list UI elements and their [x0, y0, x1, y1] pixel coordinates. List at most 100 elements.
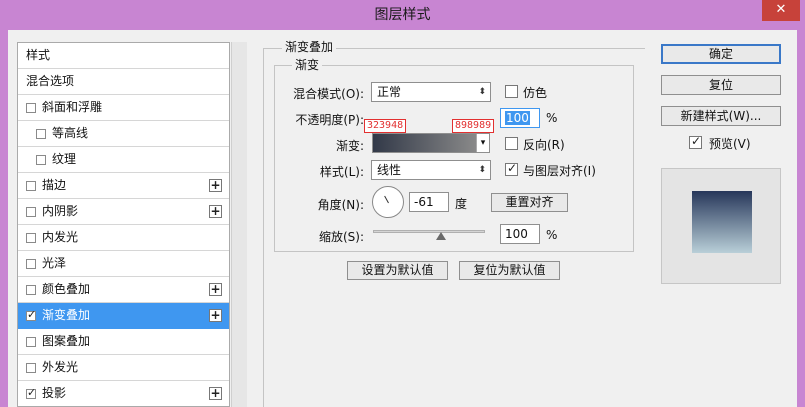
gradient-start-hex: 323948 [364, 119, 407, 133]
window-frame-right [797, 30, 805, 407]
style-list-item-label: 外发光 [42, 360, 79, 374]
style-list-item[interactable]: 颜色叠加 + [18, 277, 229, 303]
style-list-item[interactable]: 样式 [18, 43, 229, 69]
preview-label: 预览(V) [709, 137, 751, 151]
reverse-checkbox[interactable] [505, 137, 518, 150]
angle-needle [384, 195, 389, 204]
reset-to-default-button[interactable]: 复位为默认值 [459, 261, 560, 280]
preview-checkbox[interactable]: ✓ [689, 134, 702, 149]
style-checkbox[interactable]: ✓ [26, 386, 37, 399]
opacity-value: 100 [505, 111, 530, 125]
ok-button[interactable]: 确定 [661, 44, 781, 64]
style-list-item-label: 描边 [42, 178, 67, 192]
angle-value: -61 [414, 195, 434, 209]
scale-label: 缩放(S): [318, 230, 364, 244]
style-list-item-label: 混合选项 [26, 74, 75, 88]
style-list-item[interactable]: 光泽 [18, 251, 229, 277]
blend-mode-select[interactable]: 正常 ⬍ [371, 82, 491, 102]
style-list-item[interactable]: 混合选项 [18, 69, 229, 95]
opacity-unit: % [546, 111, 558, 125]
gradient-style-label: 样式(L): [319, 165, 364, 179]
style-checkbox[interactable] [26, 285, 36, 295]
style-list-item[interactable]: 斜面和浮雕 [18, 95, 229, 121]
dialog-title: 图层样式 [374, 7, 431, 23]
dither-label: 仿色 [523, 86, 548, 100]
add-effect-plus-icon[interactable]: + [209, 205, 222, 218]
preview-swatch [692, 191, 752, 253]
style-list-item-label: 图案叠加 [42, 334, 91, 348]
add-effect-plus-icon[interactable]: + [209, 387, 222, 400]
scale-slider-thumb[interactable] [436, 232, 446, 240]
angle-unit: 度 [455, 197, 468, 211]
angle-label: 角度(N): [317, 198, 364, 212]
new-style-button[interactable]: 新建样式(W)... [661, 106, 781, 126]
gradient-style-select[interactable]: 线性 ⬍ [371, 160, 491, 180]
blend-mode-value: 正常 [377, 85, 402, 99]
style-checkbox[interactable] [26, 259, 36, 269]
opacity-label: 不透明度(P): [295, 113, 364, 127]
style-checkbox[interactable]: ✓ [26, 308, 37, 321]
add-effect-plus-icon[interactable]: + [209, 309, 222, 322]
style-checkbox[interactable] [26, 181, 36, 191]
gradient-swatch[interactable] [373, 134, 476, 152]
style-list-scrollbar[interactable] [231, 42, 247, 407]
style-list-item[interactable]: 描边 + [18, 173, 229, 199]
style-checkbox[interactable] [26, 233, 36, 243]
style-list-item[interactable]: 图案叠加 [18, 329, 229, 355]
style-list-item[interactable]: 内发光 [18, 225, 229, 251]
style-checkbox[interactable] [26, 207, 36, 217]
style-checkbox[interactable] [26, 337, 36, 347]
align-layer-label: 与图层对齐(I) [523, 164, 596, 178]
set-as-default-button[interactable]: 设置为默认值 [347, 261, 448, 280]
style-list-item-label: 内发光 [42, 230, 79, 244]
style-list-item-label: 等高线 [52, 126, 89, 140]
style-list-item[interactable]: 外发光 [18, 355, 229, 381]
angle-dial[interactable] [372, 186, 404, 218]
blend-mode-label: 混合模式(O): [293, 87, 364, 101]
preview-panel [661, 168, 781, 284]
gradient-picker[interactable]: ▾ [372, 133, 490, 153]
check-icon: ✓ [507, 161, 518, 175]
style-list-item[interactable]: 纹理 [18, 147, 229, 173]
style-list-item-label: 渐变叠加 [42, 308, 91, 322]
style-list-item-label: 投影 [42, 386, 67, 400]
style-checkbox[interactable] [26, 363, 36, 373]
add-effect-plus-icon[interactable]: + [209, 283, 222, 296]
gradient-end-hex: 898989 [452, 119, 495, 133]
angle-input[interactable]: -61 [409, 192, 449, 212]
opacity-input[interactable]: 100 [500, 108, 540, 128]
close-button[interactable]: ✕ [762, 0, 800, 21]
style-list-item[interactable]: ✓ 渐变叠加 + [18, 303, 229, 329]
window-frame-left [0, 30, 8, 407]
scale-unit: % [546, 228, 558, 242]
style-list-item-label: 光泽 [42, 256, 67, 270]
style-list-item-label: 斜面和浮雕 [42, 100, 103, 114]
style-list-item[interactable]: ✓ 投影 + [18, 381, 229, 406]
align-layer-checkbox[interactable]: ✓ [505, 161, 518, 176]
scale-input[interactable]: 100 [500, 224, 540, 244]
chevron-updown-icon: ⬍ [478, 165, 486, 175]
style-list-item-label: 内阴影 [42, 204, 79, 218]
style-checkbox[interactable] [36, 129, 46, 139]
style-list-item[interactable]: 等高线 [18, 121, 229, 147]
style-checkbox[interactable] [26, 103, 36, 113]
style-list-item-label: 颜色叠加 [42, 282, 91, 296]
dither-checkbox[interactable] [505, 85, 518, 98]
style-list-item[interactable]: 内阴影 + [18, 199, 229, 225]
check-icon: ✓ [27, 386, 37, 399]
chevron-down-icon[interactable]: ▾ [476, 134, 489, 152]
gradient-subgroup-title: 渐变 [292, 56, 323, 73]
reset-button[interactable]: 复位 [661, 75, 781, 95]
add-effect-plus-icon[interactable]: + [209, 179, 222, 192]
gradient-style-value: 线性 [377, 163, 402, 177]
scale-value: 100 [505, 227, 528, 241]
style-list-item-label: 样式 [26, 48, 51, 62]
scale-slider-track[interactable] [373, 230, 485, 233]
check-icon: ✓ [691, 134, 702, 148]
style-checkbox[interactable] [36, 155, 46, 165]
style-list-item-label: 纹理 [52, 152, 77, 166]
chevron-updown-icon: ⬍ [478, 87, 486, 97]
gradient-overlay-title: 渐变叠加 [282, 38, 337, 55]
check-icon: ✓ [27, 308, 37, 321]
reset-alignment-button[interactable]: 重置对齐 [491, 193, 568, 212]
